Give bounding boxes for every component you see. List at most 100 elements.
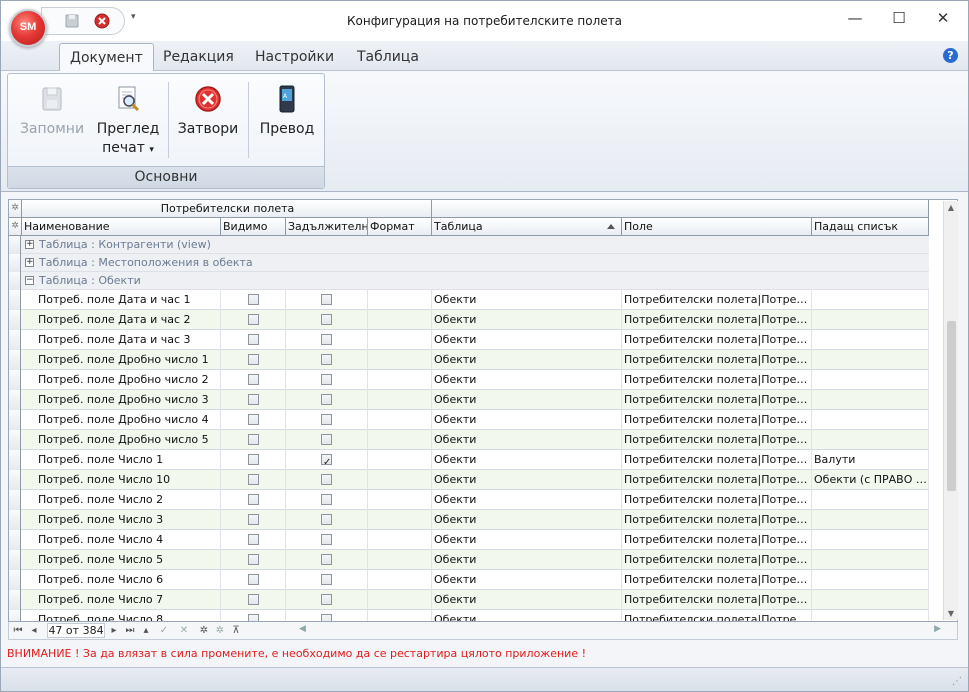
cell-table[interactable]: Обекти <box>432 590 622 610</box>
cell-dropdown[interactable] <box>812 290 929 310</box>
tab-document[interactable]: Документ <box>59 43 154 71</box>
row-indicator[interactable] <box>9 254 21 272</box>
required-checkbox[interactable] <box>321 334 332 345</box>
row-indicator[interactable] <box>9 430 21 450</box>
cell-format[interactable] <box>368 430 432 450</box>
cell-dropdown[interactable] <box>812 590 929 610</box>
column-header-required[interactable]: Задължително <box>286 218 368 236</box>
cell-name[interactable]: Потреб. поле Дата и час 1 <box>22 290 221 310</box>
table-row[interactable]: Потреб. поле Дробно число 5 Обекти Потреби… <box>9 430 929 450</box>
refresh-icon[interactable]: ✲ <box>213 623 227 638</box>
visible-checkbox[interactable] <box>248 354 259 365</box>
cell-dropdown[interactable] <box>812 350 929 370</box>
table-row[interactable]: Потреб. поле Дробно число 3 Обекти Потреби… <box>9 390 929 410</box>
cell-table[interactable]: Обекти <box>432 370 622 390</box>
required-checkbox[interactable] <box>321 554 332 565</box>
filter-icon[interactable]: ⊼ <box>229 623 243 638</box>
visible-checkbox[interactable] <box>248 554 259 565</box>
visible-checkbox[interactable] <box>248 594 259 605</box>
cell-dropdown[interactable] <box>812 530 929 550</box>
column-header-name[interactable]: Наименование <box>22 218 221 236</box>
table-row[interactable]: Потреб. поле Число 6 Обекти Потребителски … <box>9 570 929 590</box>
cell-field[interactable]: Потребителски полета|Потребит... <box>622 610 812 621</box>
row-indicator[interactable] <box>9 236 21 254</box>
cell-table[interactable]: Обекти <box>432 470 622 490</box>
visible-checkbox[interactable] <box>248 374 259 385</box>
group-row[interactable]: − Таблица : Обекти <box>9 272 929 290</box>
row-indicator[interactable] <box>9 490 21 510</box>
cell-name[interactable]: Потреб. поле Число 5 <box>22 550 221 570</box>
cell-field[interactable]: Потребителски полета|Потребит... <box>622 470 812 490</box>
cell-dropdown[interactable] <box>812 570 929 590</box>
table-row[interactable]: Потреб. поле Дата и час 3 Обекти Потребите… <box>9 330 929 350</box>
cell-format[interactable] <box>368 530 432 550</box>
add-record-icon[interactable]: ✲ <box>197 623 211 638</box>
last-record-icon[interactable]: ⏭ <box>123 623 137 638</box>
table-row[interactable]: Потреб. поле Число 5 Обекти Потребителски … <box>9 550 929 570</box>
cell-name[interactable]: Потреб. поле Дата и час 2 <box>22 310 221 330</box>
cell-table[interactable]: Обекти <box>432 350 622 370</box>
tab-table[interactable]: Таблица <box>347 43 429 71</box>
visible-checkbox[interactable] <box>248 474 259 485</box>
scroll-down-arrow-icon[interactable]: ▼ <box>946 609 956 618</box>
visible-checkbox[interactable] <box>248 494 259 505</box>
cell-name[interactable]: Потреб. поле Дробно число 4 <box>22 410 221 430</box>
cell-field[interactable]: Потребителски полета|Потребит... <box>622 570 812 590</box>
cell-dropdown[interactable] <box>812 390 929 410</box>
cell-table[interactable]: Обекти <box>432 290 622 310</box>
cell-table[interactable]: Обекти <box>432 430 622 450</box>
column-header-format[interactable]: Формат <box>368 218 432 236</box>
required-checkbox[interactable] <box>321 574 332 585</box>
cell-format[interactable] <box>368 450 432 470</box>
required-checkbox[interactable] <box>321 453 332 470</box>
cell-format[interactable] <box>368 610 432 621</box>
row-indicator[interactable] <box>9 310 21 330</box>
cell-table[interactable]: Обекти <box>432 570 622 590</box>
table-row[interactable]: Потреб. поле Дата и час 1 Обекти Потребите… <box>9 290 929 310</box>
cell-table[interactable]: Обекти <box>432 610 622 621</box>
table-row[interactable]: Потреб. поле Число 8 Обекти Потребителски … <box>9 610 929 621</box>
cell-field[interactable]: Потребителски полета|Потребит... <box>622 430 812 450</box>
help-icon[interactable]: ? <box>943 48 958 63</box>
column-header-table[interactable]: Таблица <box>432 218 622 236</box>
table-row[interactable]: Потреб. поле Число 1 ОбектиПотребителски … <box>9 450 929 470</box>
row-indicator[interactable] <box>9 590 21 610</box>
cell-format[interactable] <box>368 510 432 530</box>
required-checkbox[interactable] <box>321 294 332 305</box>
cell-dropdown[interactable] <box>812 550 929 570</box>
table-row[interactable]: Потреб. поле Дробно число 2 Обекти Потреби… <box>9 370 929 390</box>
cell-field[interactable]: Потребителски полета|Потребит... <box>622 410 812 430</box>
cell-field[interactable]: Потребителски полета|Потребит... <box>622 490 812 510</box>
cell-field[interactable]: Потребителски полета|Потребит... <box>622 350 812 370</box>
print-preview-button[interactable]: Преглед печат ▾ <box>92 80 164 168</box>
scroll-right-arrow-icon[interactable]: ▶ <box>934 624 941 634</box>
translate-button[interactable]: A Превод <box>252 80 322 168</box>
cell-format[interactable] <box>368 470 432 490</box>
cell-dropdown[interactable] <box>812 330 929 350</box>
required-checkbox[interactable] <box>321 614 332 621</box>
cell-table[interactable]: Обекти <box>432 450 622 470</box>
visible-checkbox[interactable] <box>248 454 259 465</box>
required-checkbox[interactable] <box>321 354 332 365</box>
row-indicator[interactable] <box>9 390 21 410</box>
cell-name[interactable]: Потреб. поле Дробно число 5 <box>22 430 221 450</box>
required-checkbox[interactable] <box>321 534 332 545</box>
required-checkbox[interactable] <box>321 594 332 605</box>
cell-dropdown[interactable] <box>812 430 929 450</box>
cell-format[interactable] <box>368 330 432 350</box>
expand-icon[interactable]: + <box>25 240 34 249</box>
close-window-button[interactable]: ✕ <box>921 7 965 31</box>
cell-dropdown[interactable] <box>812 490 929 510</box>
table-row[interactable]: Потреб. поле Дробно число 4 Обекти Потреби… <box>9 410 929 430</box>
cell-format[interactable] <box>368 390 432 410</box>
visible-checkbox[interactable] <box>248 514 259 525</box>
scroll-left-arrow-icon[interactable]: ◀ <box>299 624 306 634</box>
group-row[interactable]: + Таблица : Местоположения в обекта <box>9 254 929 272</box>
cell-field[interactable]: Потребителски полета|Потребит... <box>622 330 812 350</box>
confirm-icon[interactable]: ✓ <box>157 623 171 638</box>
cell-name[interactable]: Потреб. поле Число 7 <box>22 590 221 610</box>
cell-name[interactable]: Потреб. поле Дробно число 3 <box>22 390 221 410</box>
cell-table[interactable]: Обекти <box>432 550 622 570</box>
required-checkbox[interactable] <box>321 374 332 385</box>
visible-checkbox[interactable] <box>248 314 259 325</box>
